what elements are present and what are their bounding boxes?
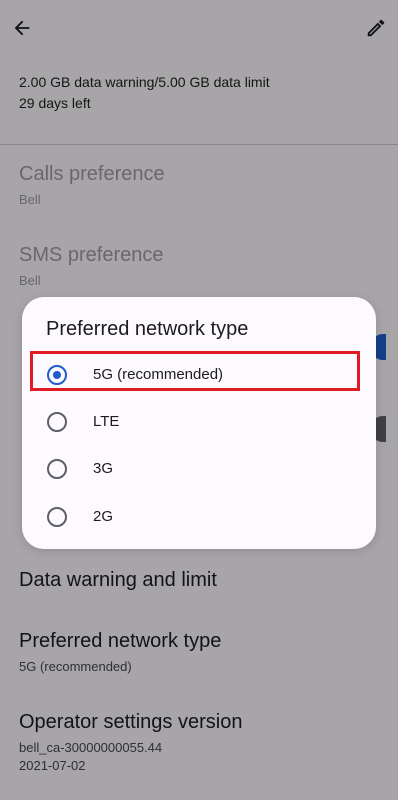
option-3g-label: 3G (93, 460, 114, 477)
highlight-annotation (30, 351, 360, 391)
radio-button[interactable] (47, 412, 67, 432)
option-lte-label: LTE (93, 413, 120, 430)
option-lte[interactable]: LTE (22, 399, 376, 445)
radio-button[interactable] (47, 459, 67, 479)
option-2g-label: 2G (93, 508, 114, 525)
radio-button[interactable] (47, 507, 67, 527)
dialog-title: Preferred network type (46, 318, 249, 340)
option-3g[interactable]: 3G (22, 446, 376, 492)
option-2g[interactable]: 2G (22, 494, 376, 540)
preferred-network-type-dialog: Preferred network type 5G (recommended) … (22, 297, 376, 549)
